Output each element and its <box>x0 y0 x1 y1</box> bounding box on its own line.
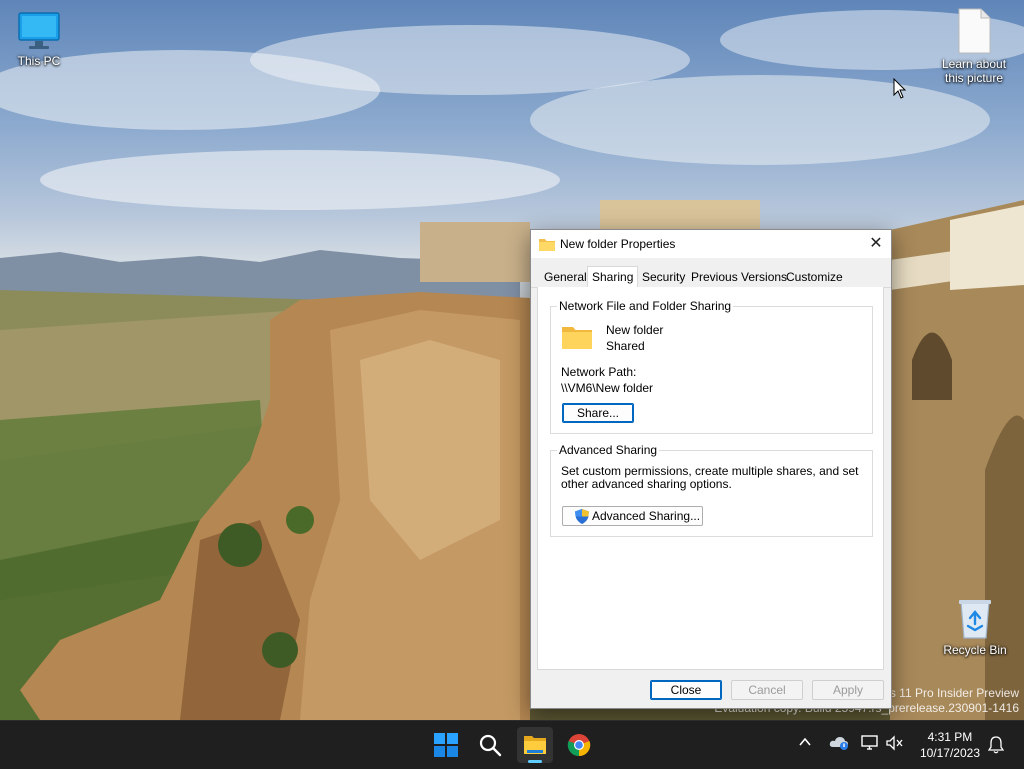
volume-muted-icon[interactable] <box>886 735 904 751</box>
apply-button[interactable]: Apply <box>812 680 884 700</box>
search-icon <box>479 734 502 757</box>
properties-dialog: New folder Properties ✕ General Sharing … <box>530 229 892 709</box>
sharing-tab-panel: Network File and Folder Sharing New fold… <box>537 287 884 670</box>
onedrive-icon[interactable] <box>829 735 849 751</box>
advanced-sharing-button[interactable]: Advanced Sharing... <box>562 506 703 526</box>
tab-strip: General Sharing Security Previous Versio… <box>531 266 891 289</box>
chevron-up-icon[interactable] <box>798 735 812 749</box>
advanced-sharing-description: Set custom permissions, create multiple … <box>561 464 859 491</box>
desktop-icon-label: Learn about this picture <box>941 57 1007 85</box>
chrome-icon <box>567 734 591 757</box>
file-explorer-icon <box>524 736 546 754</box>
network-sharing-group: Network File and Folder Sharing New fold… <box>550 299 873 434</box>
mouse-cursor-icon <box>893 78 907 99</box>
tab-general[interactable]: General <box>540 269 591 286</box>
uac-shield-icon <box>575 509 589 524</box>
cancel-button[interactable]: Cancel <box>731 680 803 700</box>
search-button[interactable] <box>472 727 508 763</box>
close-button[interactable]: Close <box>650 680 722 700</box>
monitor-icon <box>18 12 60 49</box>
tab-previous-versions[interactable]: Previous Versions <box>687 269 791 286</box>
network-path-value: \\VM6\New folder <box>561 381 654 395</box>
folder-name: New folder <box>606 323 664 337</box>
dialog-title: New folder Properties <box>560 237 676 251</box>
dialog-titlebar[interactable]: New folder Properties ✕ <box>531 230 891 258</box>
start-button[interactable] <box>428 727 464 763</box>
desktop-icon-label: This PC <box>17 54 61 68</box>
close-icon[interactable]: ✕ <box>861 230 891 258</box>
notification-bell-icon[interactable] <box>988 736 1004 754</box>
document-icon <box>958 8 991 54</box>
start-icon <box>434 733 458 757</box>
advanced-sharing-group: Advanced Sharing Set custom permissions,… <box>550 443 873 537</box>
desktop-icon-learn-about-this-picture[interactable]: Learn about this picture <box>936 8 1012 85</box>
active-app-indicator <box>528 760 542 763</box>
desktop-icon-label: Recycle Bin <box>943 643 1007 657</box>
network-path-label: Network Path: <box>561 365 637 379</box>
tab-security[interactable]: Security <box>638 269 689 286</box>
folder-share-status: Shared <box>606 339 645 353</box>
share-button[interactable]: Share... <box>562 403 634 423</box>
network-icon[interactable] <box>860 735 880 751</box>
desktop-icon-recycle-bin[interactable]: Recycle Bin <box>937 598 1013 657</box>
taskbar-file-explorer[interactable] <box>517 727 553 763</box>
clock-time: 4:31 PM <box>927 730 973 744</box>
desktop-icon-this-pc[interactable]: This PC <box>1 11 77 68</box>
folder-icon <box>539 239 555 251</box>
recycle-bin-icon <box>959 600 991 639</box>
advanced-sharing-group-title: Advanced Sharing <box>557 443 660 457</box>
advanced-sharing-button-label: Advanced Sharing... <box>592 509 701 523</box>
tab-customize[interactable]: Customize <box>782 269 847 286</box>
shared-folder-icon <box>562 327 592 349</box>
taskbar-chrome[interactable] <box>561 727 597 763</box>
taskbar: 4:31 PM 10/17/2023 <box>0 720 1024 769</box>
network-sharing-group-title: Network File and Folder Sharing <box>557 299 734 313</box>
system-clock[interactable]: 4:31 PM 10/17/2023 <box>920 729 980 761</box>
clock-date: 10/17/2023 <box>919 746 980 760</box>
tab-sharing[interactable]: Sharing <box>587 266 639 289</box>
